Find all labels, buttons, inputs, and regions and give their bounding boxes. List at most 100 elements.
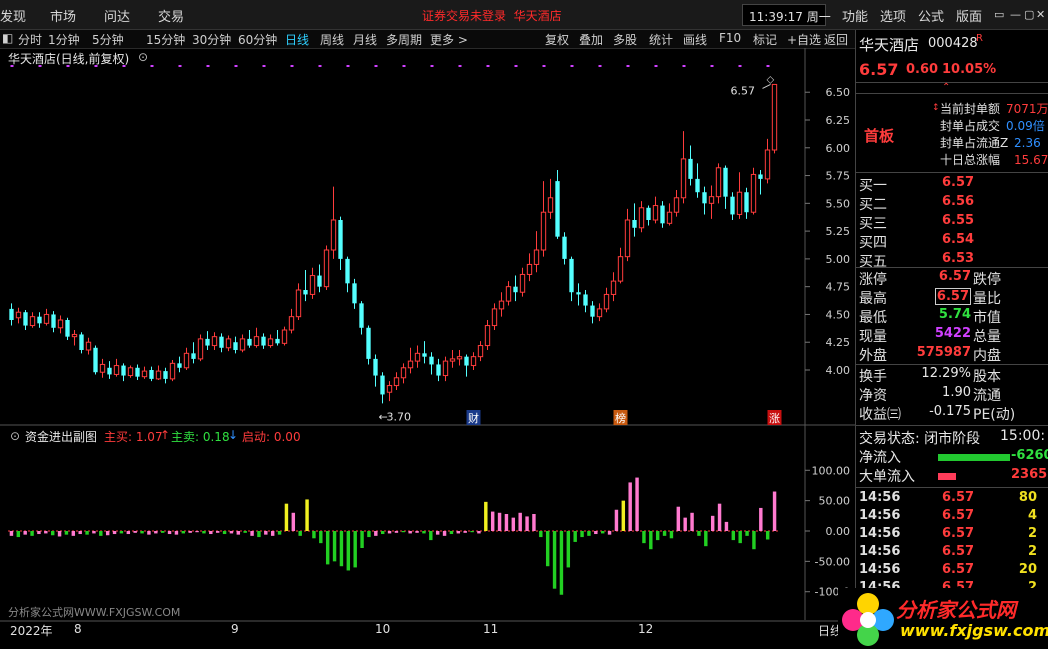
flow-bar: [484, 501, 488, 531]
tool-back[interactable]: 返回: [824, 31, 848, 48]
menu-formula[interactable]: 公式: [918, 6, 944, 25]
tick-row: 14:56 6.57 20: [856, 562, 1048, 581]
candle-body: [596, 308, 603, 318]
event-marker: 财: [468, 411, 479, 425]
menu-trade[interactable]: 交易: [158, 6, 184, 25]
scroll-left-icon[interactable]: ◧: [2, 31, 13, 45]
big-flow-label: 大单流入: [859, 469, 915, 485]
tool-add-watchlist[interactable]: +自选: [787, 31, 821, 48]
period-more[interactable]: 更多 >: [430, 31, 468, 48]
tick-price: 6.57: [942, 508, 975, 523]
divider: [856, 425, 1048, 426]
y-tick-label: 4.25: [826, 336, 851, 349]
tool-overlay[interactable]: 叠加: [579, 31, 603, 48]
period-monthly[interactable]: 月线: [353, 31, 377, 48]
menu-function[interactable]: 功能: [842, 6, 868, 25]
candle-body: [750, 173, 757, 213]
tool-f10[interactable]: F10: [719, 31, 741, 45]
flow-bar: [490, 511, 495, 531]
y-tick-label: 5.25: [826, 225, 851, 238]
period-15min[interactable]: 15分钟: [146, 31, 185, 48]
candle-body: [9, 308, 14, 320]
tool-draw-line[interactable]: 画线: [683, 31, 707, 48]
flow-bar: [525, 516, 529, 531]
bid-row[interactable]: 买一 6.57: [856, 175, 1048, 194]
signal-dot: [402, 65, 406, 67]
tick-price: 6.57: [942, 562, 975, 577]
signal-dot: [542, 65, 546, 67]
candle-body: [464, 356, 469, 366]
close-icon[interactable]: ✕: [1036, 8, 1045, 21]
tick-row: 14:56 6.57 2: [856, 544, 1048, 563]
y-tick-label: 6.25: [826, 114, 851, 127]
stat-label: 换手: [859, 369, 887, 385]
tick-volume: 20: [1018, 562, 1037, 577]
period-toolbar: ◧ 分时 1分钟 5分钟 15分钟 30分钟 60分钟 日线 周线 月线 多周期…: [0, 30, 855, 48]
flow-bar: [738, 531, 742, 544]
candle-body: [695, 178, 700, 193]
candle-body: [366, 327, 371, 359]
flow-bar: [325, 531, 330, 565]
watermark-text: 分析家公式网WWW.FXJGSW.COM: [8, 606, 181, 619]
candle-body: [65, 320, 70, 337]
last-price: 6.57: [859, 60, 899, 79]
candle-body: [169, 362, 176, 380]
indicator-settings-icon[interactable]: ⊙: [10, 429, 20, 443]
candle-body: [261, 336, 266, 346]
period-weekly[interactable]: 周线: [320, 31, 344, 48]
stat-row: 涨停 6.57 跌停: [856, 269, 1048, 288]
candle-body: [730, 196, 735, 215]
stat-row: 现量 5422 总量: [856, 326, 1048, 345]
period-daily[interactable]: 日线: [285, 31, 309, 48]
bid-row[interactable]: 买四 6.54: [856, 232, 1048, 251]
trade-login-warning[interactable]: 证券交易未登录 华天酒店: [422, 7, 562, 24]
expand-icon[interactable]: ⌃: [942, 82, 950, 93]
tool-stats[interactable]: 统计: [649, 31, 673, 48]
period-5min[interactable]: 5分钟: [92, 31, 124, 48]
stat-row: 收益㈢ -0.175 PE(动): [856, 404, 1048, 423]
tool-adjust[interactable]: 复权: [545, 31, 569, 48]
restore-window-icon[interactable]: ▭: [994, 8, 1004, 21]
flow-bar: [30, 531, 34, 536]
signal-dot: [458, 65, 462, 67]
tick-time: 14:56: [859, 544, 901, 559]
flow-bar: [697, 531, 701, 536]
kline-chart[interactable]: 6.50 6.25 6.00 5.75 5.50 5.25 5.00 4.75 4.50 4.25…: [0, 47, 855, 426]
candle-body: [141, 370, 148, 378]
candle-body: [715, 167, 722, 198]
pin-icon: ↕: [932, 103, 940, 113]
stat-label: 收益㈢: [859, 407, 901, 423]
maximize-icon[interactable]: ▢: [1024, 8, 1034, 21]
chart-settings-icon[interactable]: ⊙: [138, 50, 148, 64]
tool-multi-stock[interactable]: 多股: [613, 31, 637, 48]
y-tick-label: 5.75: [826, 170, 851, 183]
fund-flow-chart[interactable]: 100.00 50.00 0.00 -50.00 -100.0 ⊙ 资金进出副图 主买:…: [0, 426, 855, 620]
candle-body: [15, 311, 22, 319]
flow-bar: [105, 531, 110, 536]
candle-body: [93, 347, 98, 373]
candle-body: [736, 191, 743, 215]
candle-body: [429, 356, 434, 365]
period-1min[interactable]: 1分钟: [48, 31, 80, 48]
period-30min[interactable]: 30分钟: [192, 31, 231, 48]
menu-options[interactable]: 选项: [880, 6, 906, 25]
menu-layout[interactable]: 版面: [956, 6, 982, 25]
stat-label-2: 总量: [973, 329, 1001, 345]
minimize-icon[interactable]: —: [1010, 8, 1021, 21]
period-multi[interactable]: 多周期: [386, 31, 422, 48]
bid-row[interactable]: 买二 6.56: [856, 194, 1048, 213]
menu-discover[interactable]: 发现: [0, 6, 26, 25]
tool-mark[interactable]: 标记: [753, 31, 777, 48]
bid-label: 买三: [859, 216, 887, 232]
warning-text: 证券交易未登录: [422, 9, 507, 23]
candle-body: [113, 365, 120, 375]
menu-market[interactable]: 市场: [50, 6, 76, 25]
seal-value: 7071万: [1006, 102, 1048, 116]
menu-wenda[interactable]: 问达: [104, 6, 130, 25]
period-60min[interactable]: 60分钟: [238, 31, 277, 48]
bid-row[interactable]: 买三 6.55: [856, 213, 1048, 232]
candle-body: [526, 263, 533, 275]
signal-dot: [710, 65, 714, 67]
period-intraday[interactable]: 分时: [18, 31, 42, 48]
candle-body: [673, 197, 680, 213]
